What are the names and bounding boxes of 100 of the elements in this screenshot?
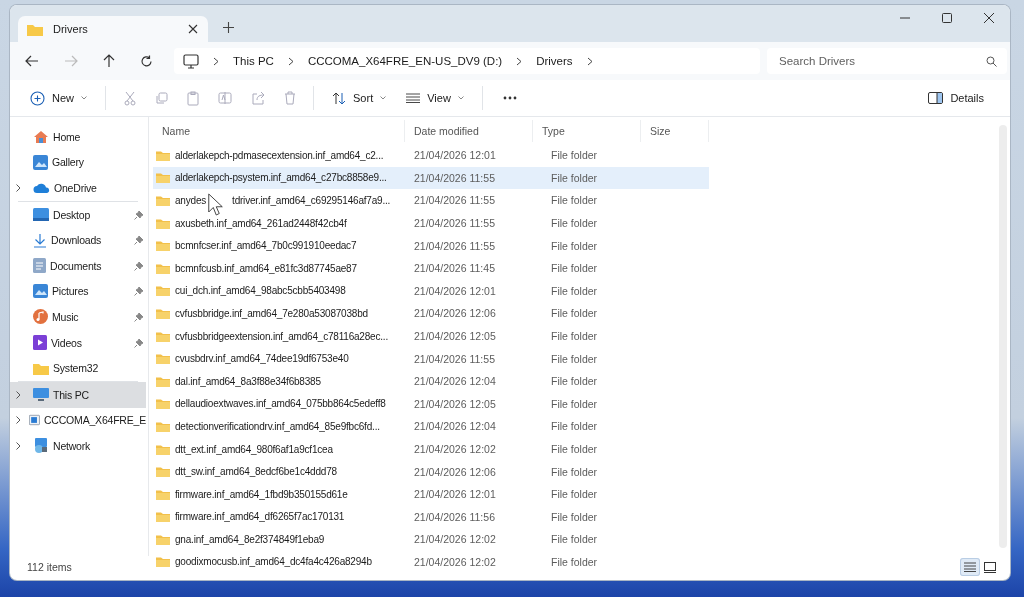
close-icon[interactable] [188,24,198,34]
search-input[interactable]: Search Drivers [779,55,986,67]
file-row[interactable]: cvfusbbridgeextension.inf_amd64_c78116a28ec... 21/04/2026 12:05 File folder [153,324,709,348]
folder-icon [156,262,170,274]
sidebar-item[interactable]: CCCOMA_X64FRE_E [10,407,146,434]
sidebar-item[interactable]: Desktop [10,201,146,228]
column-header[interactable]: Name [153,120,405,142]
file-name: axusbeth.inf_amd64_261ad2448f42cb4f [175,217,347,229]
pointer-icon [208,193,224,217]
pin-icon[interactable] [134,311,144,322]
sidebar-item[interactable]: OneDrive [10,175,146,201]
file-row[interactable]: detectionverificationdrv.inf_amd64_85e9fbc6fd... 21/04/2026 12:04 File folder [153,415,709,438]
file-row[interactable]: dtt_sw.inf_amd64_8edcf6be1c4ddd78 21/04/2026 12:06 File folder [153,460,709,483]
chevron-icon[interactable] [516,56,523,66]
file-row[interactable]: gna.inf_amd64_8e2f374849f1eba9 21/04/2026 12:02 File folder [153,528,709,551]
sort-button[interactable]: Sort [326,87,393,109]
file-row[interactable]: anydes tdriver.inf_amd64_c69295146af7a9... 21/04/2026 11:55 File folder [153,189,709,212]
more-icon[interactable] [502,96,517,100]
sort-icon [332,91,346,105]
sidebar-item[interactable]: Documents [10,252,146,279]
folder-icon [33,361,49,375]
file-row[interactable]: cvfusbbridge.inf_amd64_7e280a53087038bd 21/04/2026 12:06 File folder [153,302,709,325]
search-field[interactable]: Search Drivers [767,48,1007,74]
list-icon [406,93,421,103]
type-cell-text: File folder [550,307,599,320]
file-row[interactable]: alderlakepch-pdmasecextension.inf_amd64_c2... 21/04/2026 12:01 File folder [153,144,709,167]
file-name: cvfusbbridge.inf_amd64_7e280a53087038bd [175,307,368,319]
new-button[interactable]: New [24,86,93,110]
file-row[interactable]: axusbeth.inf_amd64_261ad2448f42cb4f 21/04/2026 11:55 File folder [153,211,709,235]
type-cell-text: File folder [550,533,599,546]
up-icon[interactable] [103,54,115,68]
file-row[interactable]: alderlakepch-psystem.inf_amd64_c27bc8858e9... 21/04/2026 11:55 File folder [153,166,709,190]
type-cell-text: File folder [550,239,599,252]
folder-icon [156,375,170,387]
sidebar-item[interactable]: Music [10,304,146,330]
search-icon [986,55,997,67]
gallery-icon [33,154,48,170]
breadcrumb-item[interactable]: Drivers [536,55,573,67]
chevron-icon[interactable] [586,56,593,66]
window-tab[interactable]: Drivers [18,16,208,42]
file-row[interactable]: dal.inf_amd64_8a3f88e34f6b8385 21/04/2026 12:04 File folder [153,369,709,393]
file-row[interactable]: bcmnfcser.inf_amd64_7b0c991910eedac7 21/04/2026 11:55 File folder [153,234,709,257]
type-cell-text: File folder [550,352,599,365]
folder-icon [156,195,170,206]
chevron-icon[interactable] [16,390,21,399]
column-header[interactable]: Size [641,120,709,142]
view-button[interactable]: View [400,88,470,108]
close-icon[interactable] [984,13,994,23]
pin-icon[interactable] [134,209,144,220]
breadcrumb-item[interactable]: CCCOMA_X64FRE_EN-US_DV9 (D:) [307,55,503,67]
type-cell-text: File folder [550,171,599,184]
pin-icon[interactable] [134,235,144,246]
file-name: dellaudioextwaves.inf_amd64_075bb864c5edeff8 [175,398,386,410]
date-cell-text: 21/04/2026 12:01 [413,488,497,501]
chevron-icon[interactable] [213,56,219,66]
refresh-icon[interactable] [140,54,153,68]
plus-circle-icon [30,90,45,106]
breadcrumb-item[interactable]: This PC [233,55,274,67]
sidebar-item[interactable]: System32 [10,355,146,381]
sidebar-item[interactable]: Home [10,124,146,150]
maximize-icon[interactable] [942,13,952,23]
sidebar-item[interactable]: Downloads [10,227,146,253]
file-name: alderlakepch-pdmasecextension.inf_amd64_c2... [175,149,384,161]
address-bar[interactable]: This PC CCCOMA_X64FRE_EN-US_DV9 (D:) Drivers [174,48,760,74]
file-name: dtt_ext.inf_amd64_980f6af1a9cf1cea [175,443,333,455]
file-row[interactable]: dellaudioextwaves.inf_amd64_075bb864c5edeff8 21/04/2026 12:05 File folder [153,392,709,416]
add-tab-icon[interactable] [223,22,234,33]
sidebar-item[interactable]: Videos [10,329,146,356]
details-button[interactable]: Details [922,88,990,108]
computer-icon [33,387,49,402]
chevron-icon[interactable] [16,441,21,450]
caret-icon [380,96,387,100]
file-row[interactable]: firmware.inf_amd64_1fbd9b350155d61e 21/04/2026 12:01 File folder [153,482,709,506]
file-name: detectionverificationdrv.inf_amd64_85e9fbc6fd... [175,420,380,432]
column-header[interactable]: Date modified [405,120,533,142]
file-row[interactable]: firmware.inf_amd64_df6265f7ac170131 21/04/2026 11:56 File folder [153,505,709,529]
details-view-button[interactable] [960,558,980,576]
sidebar-item[interactable]: Pictures [10,278,146,305]
file-name: bcmnfcser.inf_amd64_7b0c991910eedac7 [175,240,357,252]
folder-icon [156,466,170,478]
chevron-icon[interactable] [16,184,21,192]
chevron-icon[interactable] [16,416,21,425]
column-header[interactable]: Type [533,120,641,142]
file-row[interactable]: cvusbdrv.inf_amd64_74dee19df6753e40 21/04/2026 11:55 File folder [153,347,709,370]
pin-icon[interactable] [134,337,144,348]
sidebar-item[interactable]: Network [10,433,146,459]
folder-icon [156,172,170,184]
pin-icon[interactable] [134,286,144,297]
chevron-icon[interactable] [287,56,294,66]
pin-icon[interactable] [134,260,144,271]
folder-icon [156,285,170,297]
type-cell-text: File folder [550,488,599,501]
file-row[interactable]: bcmnfcusb.inf_amd64_e81fc3d87745ae87 21/04/2026 11:45 File folder [153,256,709,280]
sidebar-item[interactable]: This PC [10,381,146,408]
date-cell-text: 21/04/2026 12:04 [413,375,497,388]
file-row[interactable]: goodixmocusb.inf_amd64_dc4fa4c426a8294b 21/04/2026 12:02 File folder [153,550,709,574]
file-row[interactable]: dtt_ext.inf_amd64_980f6af1a9cf1cea 21/04/2026 12:02 File folder [153,437,709,461]
file-row[interactable]: cui_dch.inf_amd64_98abc5cbb5403498 21/04/2026 12:01 File folder [153,279,709,303]
sidebar-item[interactable]: Gallery [10,149,146,176]
back-icon[interactable] [25,55,39,67]
